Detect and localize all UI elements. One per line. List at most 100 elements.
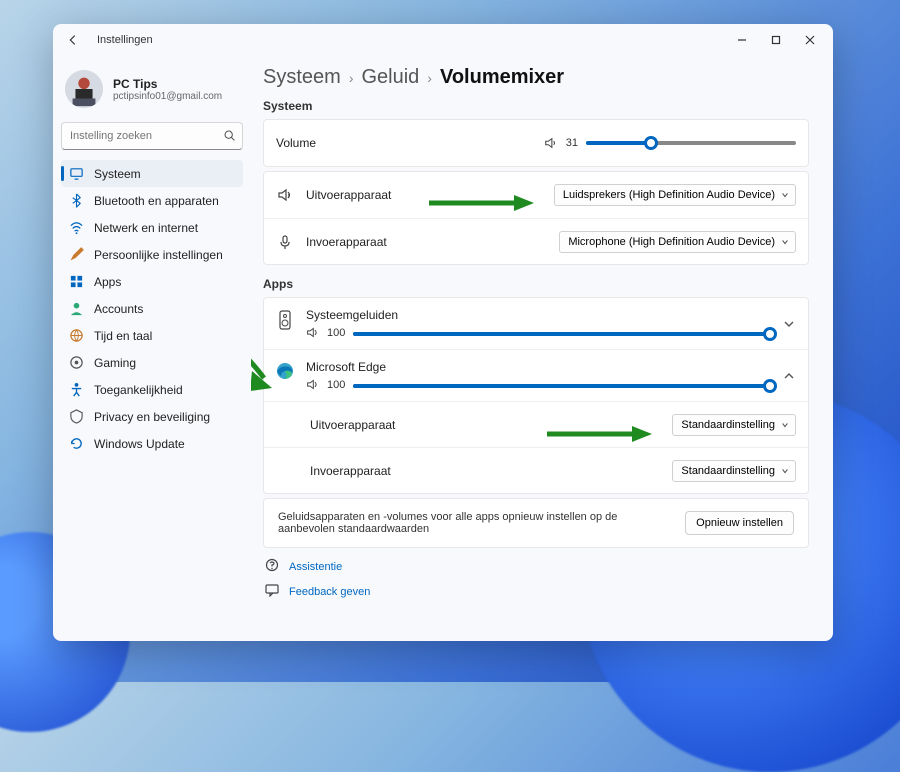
nav-label: Bluetooth en apparaten bbox=[94, 194, 219, 208]
edge-output-dropdown[interactable]: Standaardinstelling bbox=[672, 414, 796, 436]
apps-card: Systeemgeluiden 100 Microsoft Edge bbox=[263, 297, 809, 494]
annotation-arrow-icon bbox=[542, 423, 652, 445]
titlebar: Instellingen bbox=[53, 24, 833, 56]
chevron-down-icon bbox=[781, 421, 789, 429]
breadcrumb-systeem[interactable]: Systeem bbox=[263, 66, 341, 89]
close-button[interactable] bbox=[793, 26, 827, 54]
shield-icon bbox=[69, 409, 84, 424]
edge-icon bbox=[276, 362, 294, 380]
output-device-label: Uitvoerapparaat bbox=[306, 188, 391, 202]
system-devices-card: Uitvoerapparaat Luidsprekers (High Defin… bbox=[263, 171, 809, 265]
dropdown-value: Standaardinstelling bbox=[681, 465, 775, 477]
system-icon bbox=[69, 166, 84, 181]
nav-bluetooth[interactable]: Bluetooth en apparaten bbox=[61, 187, 243, 214]
update-icon bbox=[69, 436, 84, 451]
chevron-right-icon: › bbox=[427, 70, 432, 86]
nav-label: Systeem bbox=[94, 167, 141, 181]
breadcrumb-geluid[interactable]: Geluid bbox=[361, 66, 419, 89]
nav-label: Persoonlijke instellingen bbox=[94, 248, 223, 262]
output-device-dropdown[interactable]: Luidsprekers (High Definition Audio Devi… bbox=[554, 184, 796, 206]
nav-accessibility[interactable]: Toegankelijkheid bbox=[61, 376, 243, 403]
nav-label: Toegankelijkheid bbox=[94, 383, 183, 397]
volume-slider[interactable] bbox=[586, 141, 796, 145]
help-icon bbox=[265, 558, 279, 575]
chevron-down-icon bbox=[781, 191, 789, 199]
chevron-down-icon bbox=[782, 317, 796, 331]
nav-label: Accounts bbox=[94, 302, 143, 316]
bluetooth-icon bbox=[69, 193, 84, 208]
person-icon bbox=[69, 301, 84, 316]
annotation-arrow-icon bbox=[424, 192, 534, 214]
nav-label: Apps bbox=[94, 275, 121, 289]
app-volume-slider[interactable] bbox=[353, 332, 770, 336]
edge-output-row: Uitvoerapparaat Standaardinstelling bbox=[264, 401, 808, 447]
search-input[interactable] bbox=[61, 122, 243, 150]
minimize-button[interactable] bbox=[725, 26, 759, 54]
nav-network[interactable]: Netwerk en internet bbox=[61, 214, 243, 241]
app-title: Instellingen bbox=[97, 34, 153, 46]
dropdown-value: Microphone (High Definition Audio Device… bbox=[568, 236, 775, 248]
volume-value: 31 bbox=[566, 137, 578, 149]
profile-name: PC Tips bbox=[113, 77, 222, 91]
app-volume-value: 100 bbox=[327, 327, 345, 339]
search-box[interactable] bbox=[61, 122, 243, 150]
nav-personalization[interactable]: Persoonlijke instellingen bbox=[61, 241, 243, 268]
profile-email: pctipsinfo01@gmail.com bbox=[113, 91, 222, 102]
volume-label: Volume bbox=[276, 136, 316, 150]
apps-icon bbox=[69, 274, 84, 289]
nav-time[interactable]: Tijd en taal bbox=[61, 322, 243, 349]
app-row-system-sounds[interactable]: Systeemgeluiden 100 bbox=[264, 298, 808, 349]
link-assist[interactable]: Assistentie bbox=[265, 558, 809, 575]
breadcrumb: Systeem › Geluid › Volumemixer bbox=[263, 66, 809, 89]
help-links: Assistentie Feedback geven bbox=[263, 558, 809, 600]
nav-accounts[interactable]: Accounts bbox=[61, 295, 243, 322]
edge-input-label: Invoerapparaat bbox=[310, 464, 391, 478]
search-icon bbox=[223, 129, 236, 142]
microphone-icon bbox=[276, 234, 294, 250]
nav-label: Netwerk en internet bbox=[94, 221, 198, 235]
maximize-button[interactable] bbox=[759, 26, 793, 54]
wifi-icon bbox=[69, 220, 84, 235]
input-device-dropdown[interactable]: Microphone (High Definition Audio Device… bbox=[559, 231, 796, 253]
nav-label: Tijd en taal bbox=[94, 329, 152, 343]
edge-output-label: Uitvoerapparaat bbox=[310, 418, 395, 432]
app-name: Microsoft Edge bbox=[306, 360, 386, 374]
system-volume-card: Volume 31 bbox=[263, 119, 809, 167]
brush-icon bbox=[69, 247, 84, 262]
reset-button[interactable]: Opnieuw instellen bbox=[685, 511, 794, 535]
nav-systeem[interactable]: Systeem bbox=[61, 160, 243, 187]
back-button[interactable] bbox=[65, 32, 81, 48]
gaming-icon bbox=[69, 355, 84, 370]
sidebar: PC Tips pctipsinfo01@gmail.com Systeem B… bbox=[53, 56, 251, 641]
nav-gaming[interactable]: Gaming bbox=[61, 349, 243, 376]
speaker-icon bbox=[306, 378, 319, 391]
profile[interactable]: PC Tips pctipsinfo01@gmail.com bbox=[61, 64, 243, 116]
nav-privacy[interactable]: Privacy en beveiliging bbox=[61, 403, 243, 430]
chevron-down-icon bbox=[781, 467, 789, 475]
speaker-icon bbox=[306, 326, 319, 339]
nav-label: Windows Update bbox=[94, 437, 185, 451]
section-system-heading: Systeem bbox=[263, 99, 809, 113]
app-name: Systeemgeluiden bbox=[306, 308, 398, 322]
nav: Systeem Bluetooth en apparaten Netwerk e… bbox=[61, 160, 243, 457]
edge-input-dropdown[interactable]: Standaardinstelling bbox=[672, 460, 796, 482]
app-volume-value: 100 bbox=[327, 379, 345, 391]
dropdown-value: Standaardinstelling bbox=[681, 419, 775, 431]
app-volume-slider[interactable] bbox=[353, 384, 770, 388]
edge-input-row: Invoerapparaat Standaardinstelling bbox=[264, 447, 808, 493]
input-device-label: Invoerapparaat bbox=[306, 235, 387, 249]
chevron-up-icon bbox=[782, 369, 796, 383]
dropdown-value: Luidsprekers (High Definition Audio Devi… bbox=[563, 189, 775, 201]
speaker-icon bbox=[544, 136, 558, 150]
accessibility-icon bbox=[69, 382, 84, 397]
app-row-edge[interactable]: Microsoft Edge 100 bbox=[264, 349, 808, 401]
link-label: Assistentie bbox=[289, 561, 342, 573]
nav-apps[interactable]: Apps bbox=[61, 268, 243, 295]
speaker-icon bbox=[276, 187, 294, 203]
feedback-icon bbox=[265, 583, 279, 600]
settings-window: Instellingen PC Tips pctipsinfo01@gmail.… bbox=[53, 24, 833, 641]
nav-update[interactable]: Windows Update bbox=[61, 430, 243, 457]
reset-card: Geluidsapparaten en -volumes voor alle a… bbox=[263, 498, 809, 548]
link-feedback[interactable]: Feedback geven bbox=[265, 583, 809, 600]
nav-label: Privacy en beveiliging bbox=[94, 410, 210, 424]
